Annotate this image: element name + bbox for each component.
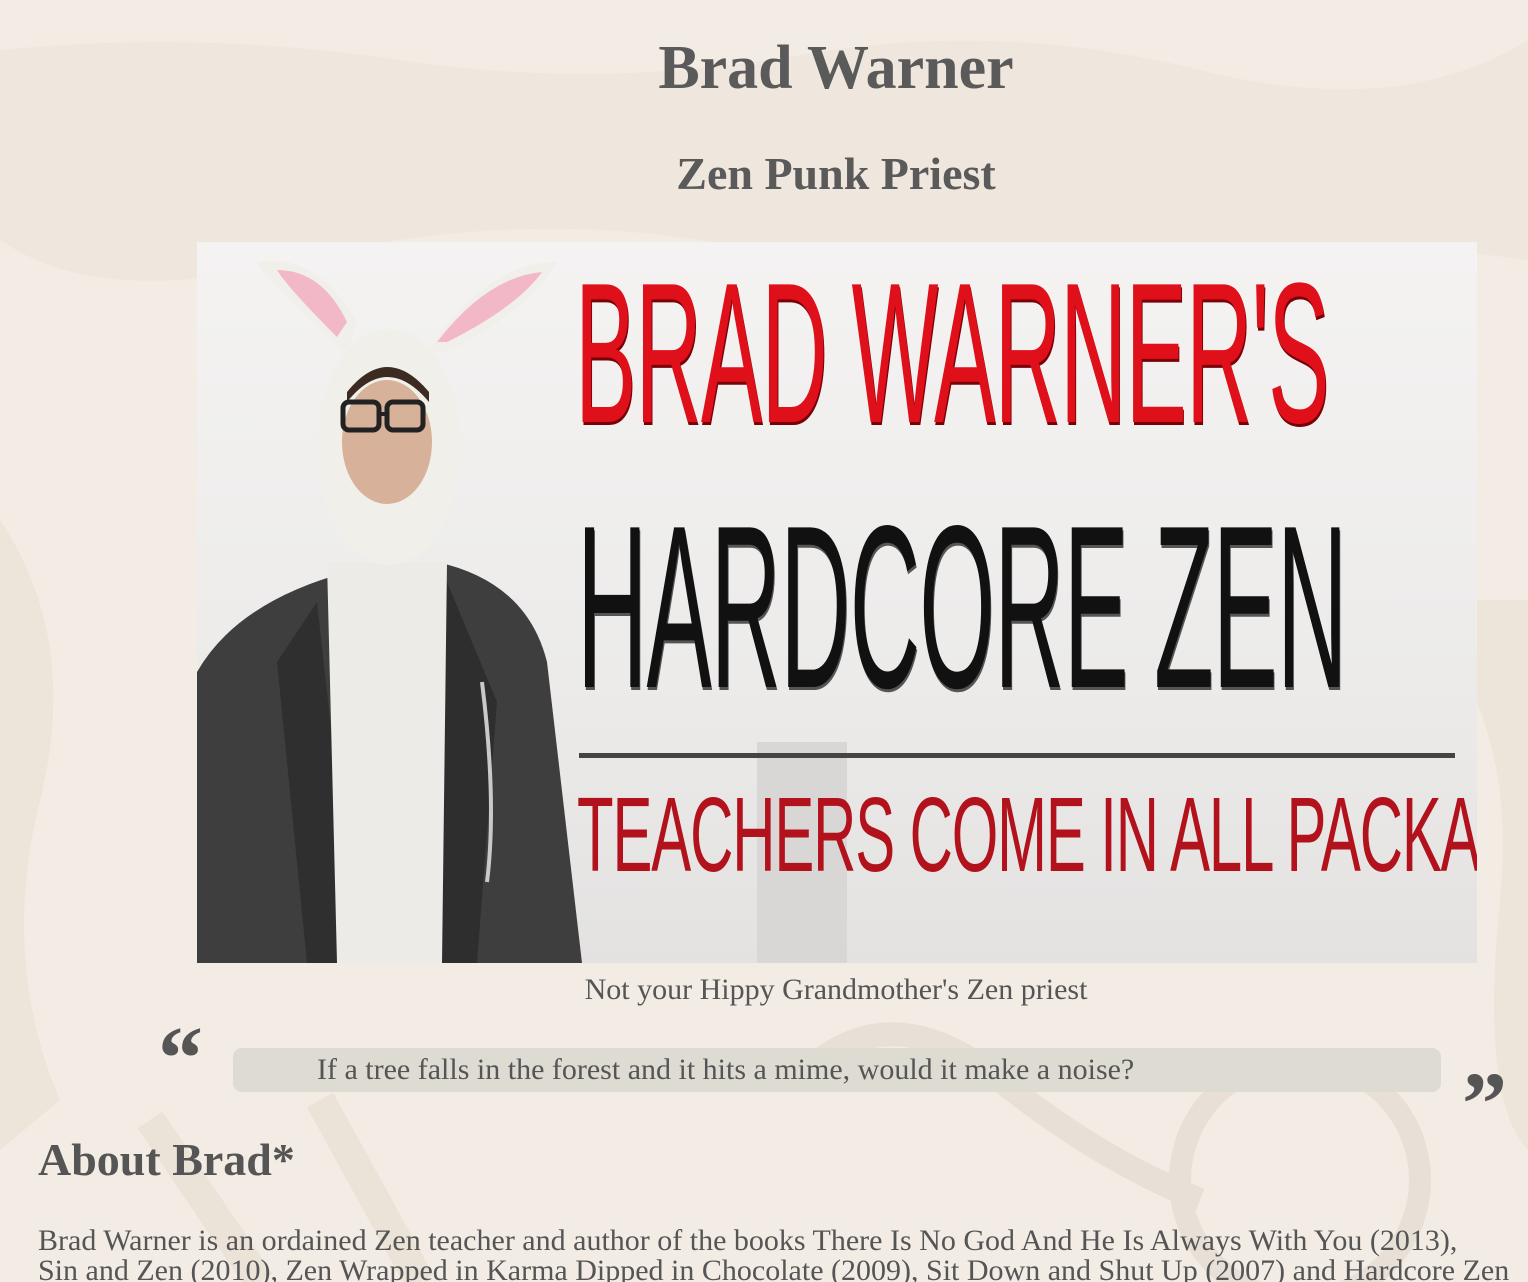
site-title[interactable]: Brad Warner xyxy=(0,30,1528,106)
banner-image: BRAD WARNER'S HARDCORE ZEN TEACHERS COME… xyxy=(197,242,1477,963)
about-line: Brad Warner is an ordained Zen teacher a… xyxy=(38,1226,1458,1257)
banner-divider xyxy=(579,753,1455,758)
quote-text: If a tree falls in the forest and it hit… xyxy=(317,1053,1135,1086)
banner-title-line: BRAD WARNER'S xyxy=(575,242,1330,465)
quote-box: If a tree falls in the forest and it hit… xyxy=(233,1048,1441,1092)
banner-tagline: TEACHERS COME IN ALL PACKAGES xyxy=(577,776,1477,894)
close-quote-icon: ” xyxy=(1462,1055,1507,1154)
page: Brad Warner Zen Punk Priest BRAD WARNER'… xyxy=(0,0,1528,1282)
about-heading: About Brad* xyxy=(38,1134,295,1185)
about-paragraph: Brad Warner is an ordained Zen teacher a… xyxy=(38,1226,1528,1282)
site-subtitle: Zen Punk Priest xyxy=(676,148,996,199)
open-quote-icon: “ xyxy=(158,1009,203,1108)
about-line: Sin and Zen (2010), Zen Wrapped in Karma… xyxy=(38,1254,1510,1282)
banner-title-main: HARDCORE ZEN xyxy=(577,478,1347,737)
banner-caption: Not your Hippy Grandmother's Zen priest xyxy=(584,973,1088,1006)
